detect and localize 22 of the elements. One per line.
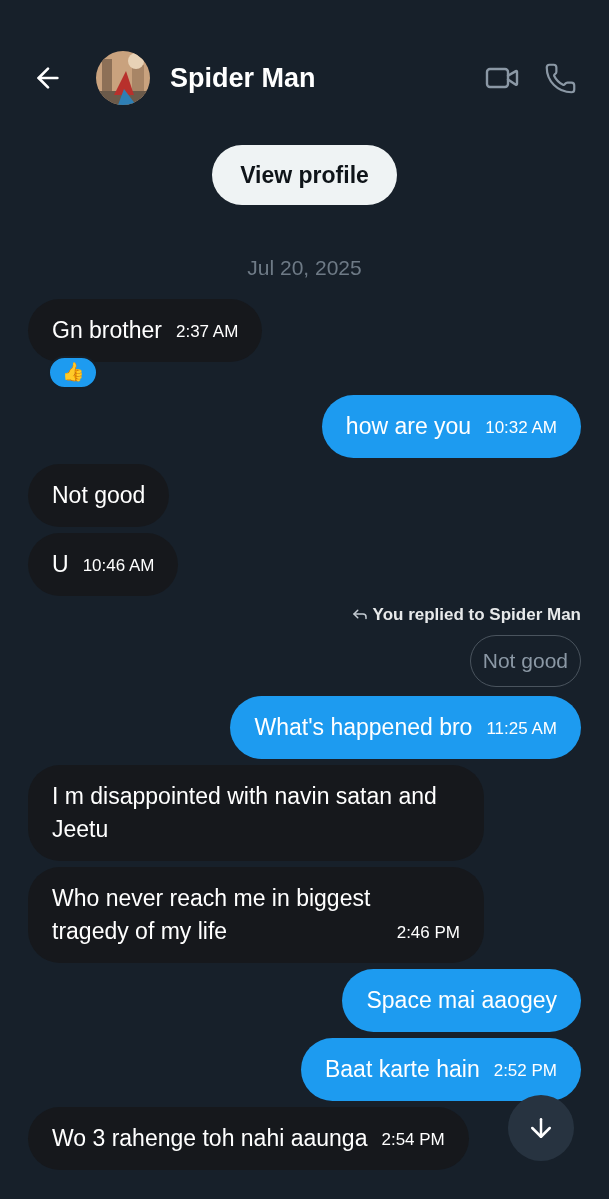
- message-text: What's happened bro: [254, 713, 473, 742]
- message-text: Space mai aaogey: [366, 986, 557, 1015]
- phone-icon[interactable]: [544, 61, 577, 95]
- message-text: Not good: [52, 480, 146, 510]
- message-time: 10:32 AM: [485, 416, 557, 439]
- message-text: Wo 3 rahenge toh nahi aaunga: [52, 1124, 368, 1153]
- message-text: I m disappointed with navin satan and Jeetu: [52, 782, 438, 844]
- message-time: 11:25 AM: [486, 718, 557, 740]
- message-text: Gn brother: [52, 315, 162, 345]
- message-time: 2:46 PM: [396, 922, 460, 944]
- message-text: U: [52, 549, 69, 579]
- view-profile-button[interactable]: View profile: [212, 145, 397, 205]
- message-text: how are you: [345, 411, 472, 441]
- message-time: 2:54 PM: [381, 1129, 445, 1151]
- message-time: 10:46 AM: [82, 554, 155, 577]
- message-time: 2:37 AM: [175, 320, 239, 343]
- message-time: 2:52 PM: [493, 1060, 557, 1082]
- message-text: Baat karte hain: [324, 1055, 480, 1084]
- message-text: Who never reach me in biggest tragedy of my life: [52, 884, 372, 946]
- contact-name: Spider Man: [170, 61, 316, 95]
- reply-label: You replied to Spider Man: [372, 603, 581, 626]
- date-separator: Jul 20, 2025: [247, 255, 362, 281]
